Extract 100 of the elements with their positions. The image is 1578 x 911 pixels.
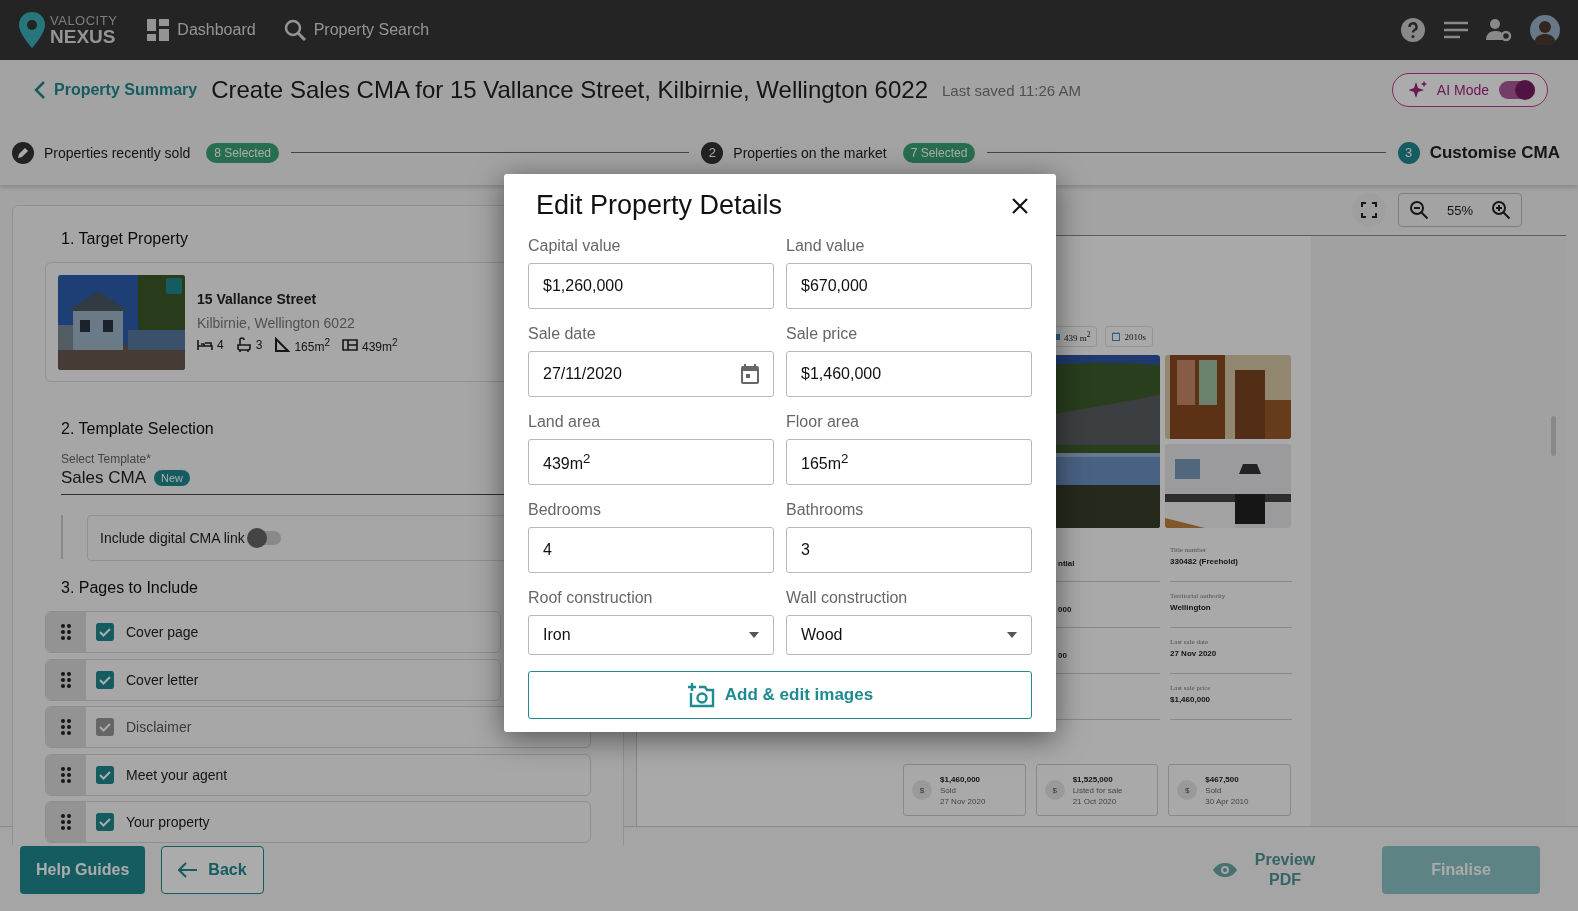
ai-mode-control[interactable]: AI Mode <box>1391 73 1548 107</box>
drag-handle-icon[interactable] <box>61 814 71 830</box>
caret-icon <box>1007 632 1017 638</box>
field-label: Select Template* <box>61 452 151 466</box>
stat-value: 4 <box>217 338 224 352</box>
sale-price: $1,460,000 <box>940 774 982 784</box>
scrollbar-thumb[interactable] <box>1551 416 1556 456</box>
detail-value: 00 <box>1058 651 1068 660</box>
drag-handle-icon[interactable] <box>61 719 71 735</box>
dollar-icon: $ <box>912 780 932 800</box>
add-photo-icon <box>686 682 715 708</box>
select-field[interactable]: Wood <box>786 615 1032 655</box>
checkbox[interactable] <box>96 765 114 784</box>
toggle-switch[interactable] <box>248 531 281 545</box>
bath-icon <box>235 337 252 353</box>
ai-mode-toggle[interactable] <box>1499 81 1535 99</box>
eye-icon <box>1212 861 1238 878</box>
sale-date: 30 Apr 2010 <box>1205 796 1249 806</box>
sale-date: 21 Oct 2020 <box>1072 796 1118 806</box>
text-field[interactable]: $1,460,000 <box>786 351 1032 397</box>
page-label: Meet your agent <box>126 766 228 783</box>
stepper-step[interactable]: 2 Properties on the market 7 Selected <box>701 141 976 164</box>
sale-date: 27 Nov 2020 <box>940 796 986 806</box>
field-label: Land value <box>786 237 865 255</box>
stat-value: 439m$^{2}$ <box>361 336 398 354</box>
section-heading: 1. Target Property <box>61 230 188 248</box>
fullscreen-icon <box>1360 202 1377 218</box>
drag-handle-icon[interactable] <box>61 766 71 783</box>
add-images-button[interactable]: Add & edit images <box>528 671 1032 719</box>
text-field[interactable]: $670,000 <box>786 263 1032 309</box>
page-label: Your property <box>126 814 210 830</box>
sale-status: Listed for sale <box>1072 785 1123 795</box>
checkbox[interactable] <box>96 670 114 689</box>
stepper-step[interactable]: Properties recently sold 8 Selected <box>12 141 279 164</box>
chevron-left-icon <box>34 81 46 99</box>
zoom-in-button[interactable] <box>1491 200 1511 220</box>
floor-plan-icon <box>341 337 358 353</box>
brand-name: NEXUS <box>50 27 117 46</box>
detail-value: 000 <box>1058 605 1073 614</box>
calendar-icon[interactable] <box>741 364 759 384</box>
menu-icon[interactable] <box>1444 21 1468 39</box>
checkbox[interactable] <box>96 813 114 831</box>
field-label: Wall construction <box>786 589 908 607</box>
sale-status: Sold <box>940 785 957 795</box>
page-row[interactable]: Your property <box>45 801 591 843</box>
zoom-out-button[interactable] <box>1408 200 1429 220</box>
page-label: Disclaimer <box>126 719 192 735</box>
text-field[interactable]: 165m$^{2}$ <box>786 439 1032 485</box>
page-row[interactable]: Cover letter <box>45 658 501 701</box>
info-chip: 2010s <box>1105 326 1153 347</box>
text-field[interactable]: 439m$^{2}$ <box>528 439 774 485</box>
page-row[interactable]: Meet your agent <box>45 753 591 796</box>
detail-value: Wellington <box>1170 603 1212 612</box>
field-label: Roof construction <box>528 589 653 607</box>
nav-link[interactable]: Dashboard <box>147 19 256 41</box>
property-name: 15 Vallance Street <box>197 290 318 307</box>
section-heading: 2. Template Selection <box>61 420 214 438</box>
sale-price: $467,500 <box>1205 774 1240 784</box>
fullscreen-button[interactable] <box>1351 193 1386 227</box>
section-heading: 3. Pages to Include <box>61 579 198 597</box>
pencil-icon <box>12 141 34 164</box>
dollar-icon: $ <box>1177 780 1198 800</box>
user-settings-icon[interactable] <box>1486 18 1512 42</box>
select-field[interactable]: Iron <box>528 615 774 655</box>
drag-handle-icon[interactable] <box>61 671 71 688</box>
dollar-icon: $ <box>1044 780 1065 800</box>
drag-handle-icon[interactable] <box>61 624 71 640</box>
avatar[interactable] <box>1530 15 1560 45</box>
page-title: Create Sales CMA for 15 Vallance Street, Kilbirnie, Wellington 6022 <box>211 76 928 104</box>
caret-icon <box>749 632 759 638</box>
field-label: Sale date <box>528 325 596 343</box>
sale-price: $1,525,000 <box>1072 774 1114 784</box>
field-label: Bathrooms <box>786 501 864 519</box>
detail-value: 27 Nov 2020 <box>1170 649 1218 658</box>
page-label: Cover page <box>126 624 199 640</box>
page-label: Cover letter <box>126 671 199 688</box>
field-label: Sale price <box>786 325 858 343</box>
detail-value: ntial <box>1058 559 1076 568</box>
page-row[interactable]: Cover page <box>45 611 501 653</box>
checkbox[interactable] <box>96 623 114 641</box>
grid-icon <box>147 19 170 41</box>
search-icon <box>283 19 306 41</box>
zoom-level: 55% <box>1446 202 1473 218</box>
toggle-label: Include digital CMA link <box>100 530 245 546</box>
field-label: Capital value <box>528 237 621 255</box>
sale-status: Sold <box>1205 785 1223 795</box>
dialog-title: Edit Property Details <box>536 190 783 221</box>
logo-pin-icon <box>18 11 46 49</box>
detail-value: 330482 (Freehold) <box>1170 557 1240 566</box>
detail-value: $1,460,000 <box>1170 695 1212 704</box>
help-icon[interactable] <box>1400 17 1426 43</box>
stat-value: 3 <box>255 338 263 352</box>
arrow-left-icon <box>178 861 199 878</box>
text-field[interactable]: 3 <box>786 527 1032 573</box>
nav-link[interactable]: Property Search <box>283 19 430 41</box>
stepper-step[interactable]: 3 Customise CMA <box>1397 141 1560 164</box>
property-address: Kilbirnie, Wellington 6022 <box>197 314 356 331</box>
date-field[interactable]: 27/11/2020 <box>528 351 774 397</box>
text-field[interactable]: 4 <box>528 527 774 573</box>
text-field[interactable]: $1,260,000 <box>528 263 774 309</box>
